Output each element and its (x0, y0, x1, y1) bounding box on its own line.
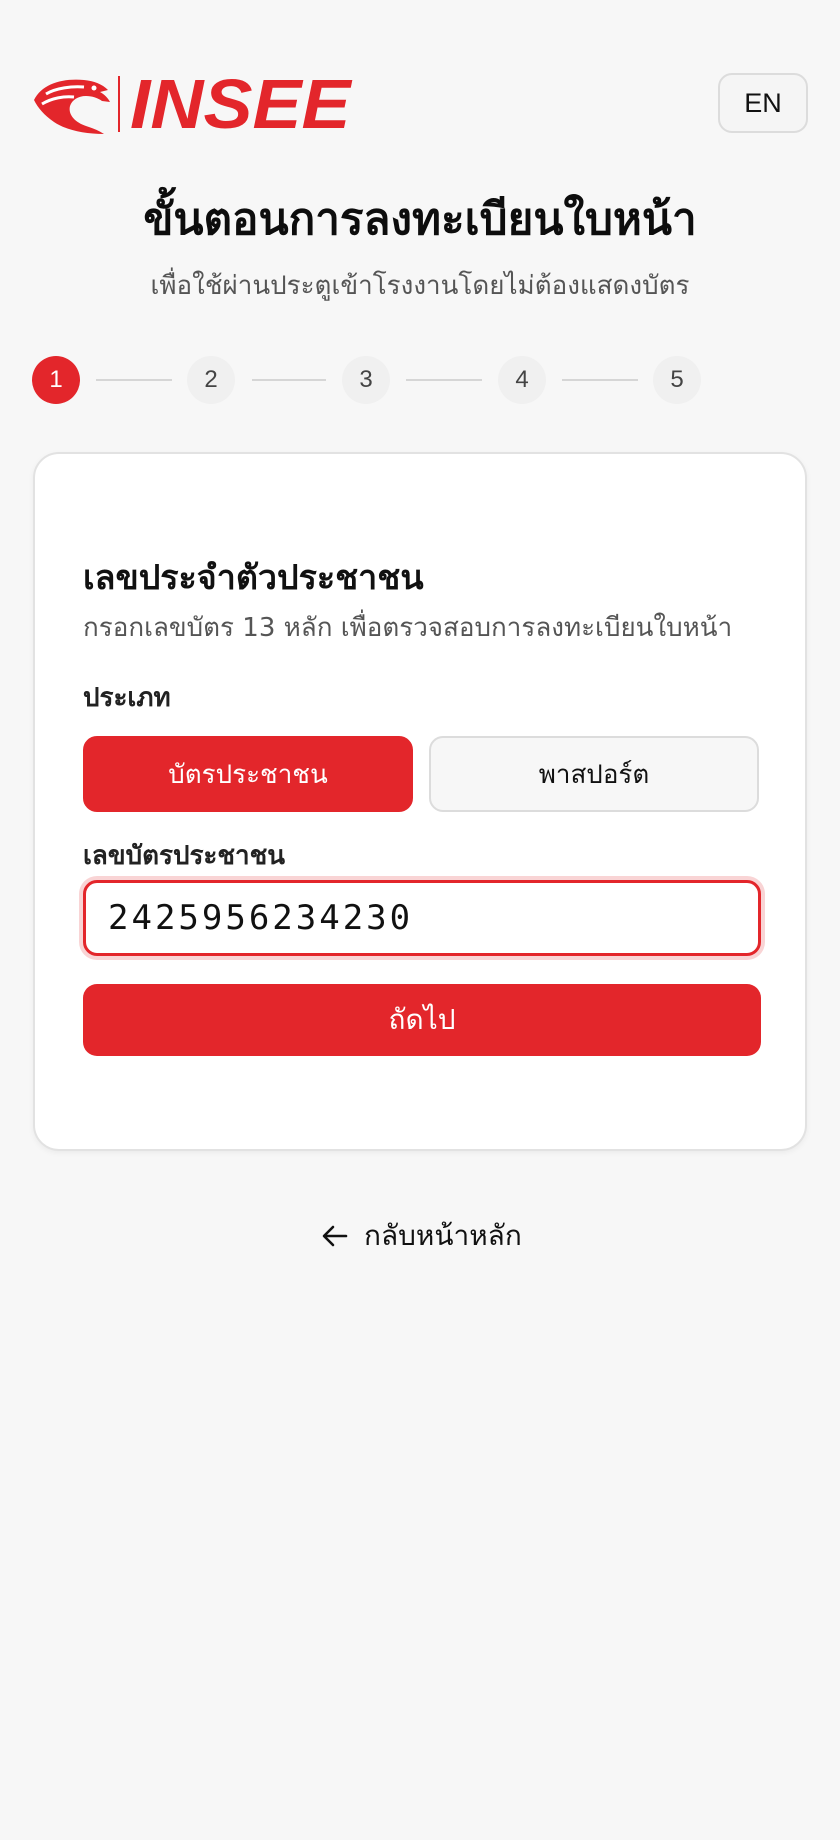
type-label: ประเภท (83, 683, 171, 713)
logo-divider (118, 76, 120, 132)
step-connector (252, 379, 326, 381)
step-1: 1 (32, 356, 80, 404)
brand-name: INSEE (130, 65, 351, 143)
id-number-input[interactable] (83, 880, 761, 956)
step-3: 3 (342, 356, 390, 404)
language-button[interactable]: EN (718, 73, 808, 133)
step-connector (562, 379, 638, 381)
form-title: เลขประจำตัวประชาชน (83, 558, 424, 598)
id-form-card: เลขประจำตัวประชาชน กรอกเลขบัตร 13 หลัก เ… (33, 452, 807, 1151)
page-subtitle: เพื่อใช้ผ่านประตูเข้าโรงงานโดยไม่ต้องแสด… (150, 271, 690, 301)
step-4: 4 (498, 356, 546, 404)
form-description: กรอกเลขบัตร 13 หลัก เพื่อตรวจสอบการลงทะเ… (83, 613, 733, 643)
page-title: ขั้นตอนการลงทะเบียนใบหน้า (143, 194, 697, 245)
arrow-left-icon (322, 1225, 348, 1247)
passport-option-button[interactable]: พาสปอร์ต (429, 736, 759, 812)
id-card-option-button[interactable]: บัตรประชาชน (83, 736, 413, 812)
step-connector (96, 379, 172, 381)
back-to-home-link[interactable]: กลับหน้าหลัก (320, 1214, 522, 1258)
next-button[interactable]: ถัดไป (83, 984, 761, 1056)
eagle-icon (34, 79, 110, 134)
insee-logo: INSEE (32, 65, 352, 143)
header: INSEE EN (0, 0, 840, 140)
step-2: 2 (187, 356, 235, 404)
step-connector (406, 379, 482, 381)
back-label: กลับหน้าหลัก (364, 1219, 522, 1252)
step-indicator: 1 2 3 4 5 (32, 356, 812, 406)
step-5: 5 (653, 356, 701, 404)
id-number-label: เลขบัตรประชาชน (83, 841, 286, 871)
